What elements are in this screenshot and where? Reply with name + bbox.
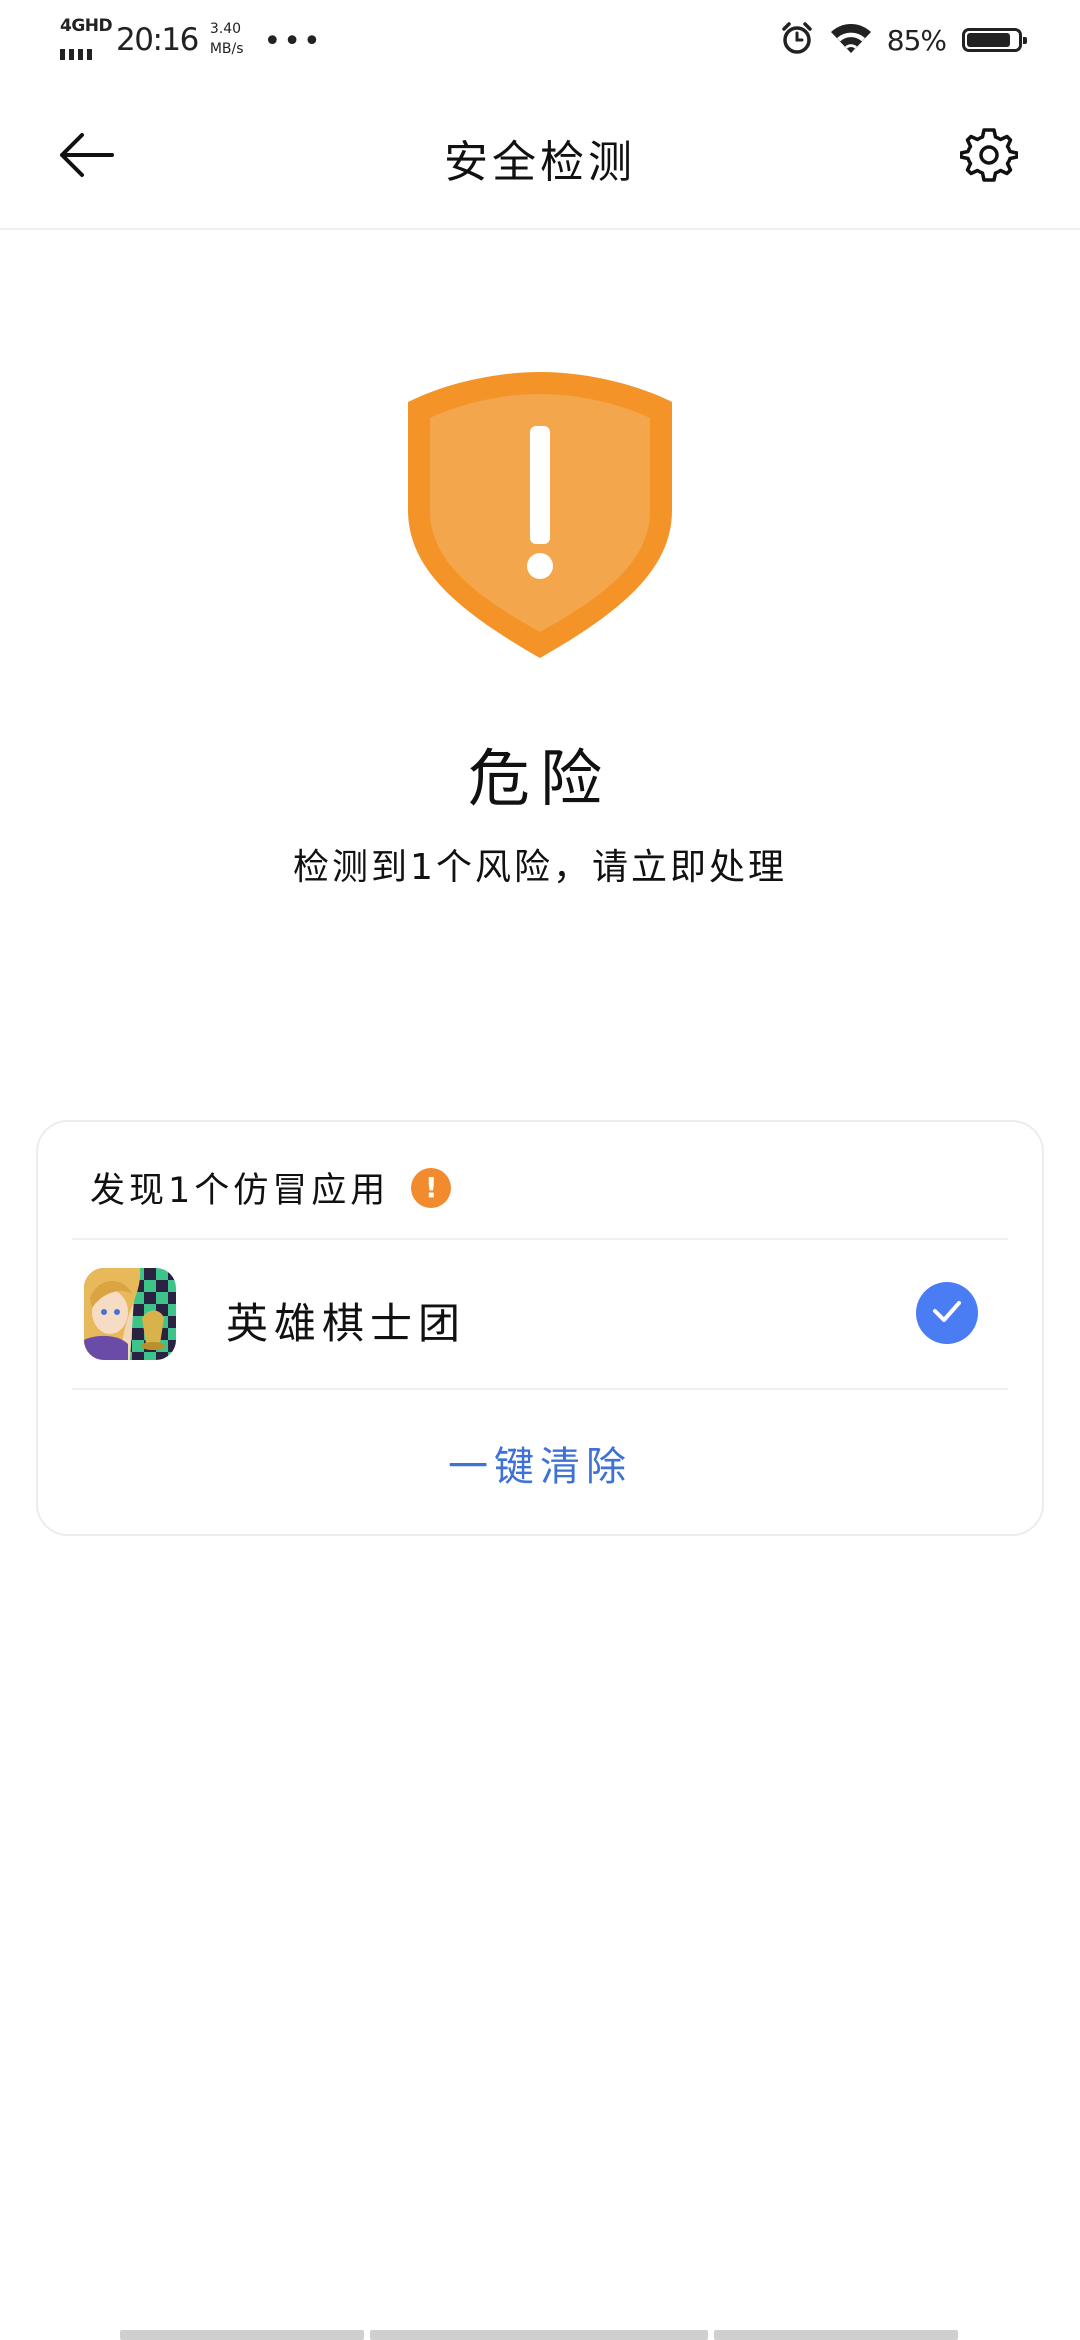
network-type: 4GHD <box>60 16 113 36</box>
warning-shield-icon <box>406 370 674 660</box>
risk-card-header: 发现1个仿冒应用 ! <box>90 1162 452 1213</box>
risk-card: 发现1个仿冒应用 ! 英雄棋士团 一键清除 <box>36 1120 1044 1536</box>
page-title: 安全检测 <box>444 137 636 188</box>
app-header: 安全检测 <box>0 80 1080 230</box>
list-item-app[interactable]: 英雄棋士团 <box>38 1240 1042 1388</box>
network-speed: 3.40 MB/s <box>210 19 244 59</box>
gear-icon <box>959 126 1019 188</box>
app-name: 英雄棋士团 <box>226 1299 467 1348</box>
clock: 20:16 <box>116 22 199 58</box>
app-icon <box>84 1268 176 1360</box>
settings-button[interactable] <box>954 122 1024 192</box>
checkmark-icon <box>930 1294 964 1332</box>
gesture-navigation-bar[interactable] <box>120 2330 958 2340</box>
one-click-clear-button[interactable]: 一键清除 <box>38 1390 1042 1536</box>
wifi-icon <box>827 20 875 60</box>
battery-icon <box>962 28 1027 52</box>
network-speed-value: 3.40 <box>209 21 242 37</box>
status-subtitle: 检测到1个风险，请立即处理 <box>293 847 787 888</box>
battery-level <box>967 33 1010 47</box>
status-bar-left: 4GHD 20:16 3.40 MB/s ••• <box>58 16 323 60</box>
risk-card-title: 发现1个仿冒应用 <box>90 1171 390 1211</box>
status-bar-right: 85% <box>779 20 1027 60</box>
more-notifications-icon: ••• <box>263 24 323 59</box>
app-select-checkbox[interactable] <box>916 1282 978 1344</box>
battery-percent: 85% <box>886 23 947 57</box>
network-speed-unit: MB/s <box>209 41 244 57</box>
signal-bars <box>60 49 92 60</box>
status-title: 危险 <box>467 742 612 815</box>
alarm-icon <box>779 20 815 60</box>
status-bar: 4GHD 20:16 3.40 MB/s ••• 85% <box>0 0 1080 80</box>
signal-icon: 4GHD <box>58 16 113 60</box>
exclamation-icon: ! <box>411 1167 452 1208</box>
